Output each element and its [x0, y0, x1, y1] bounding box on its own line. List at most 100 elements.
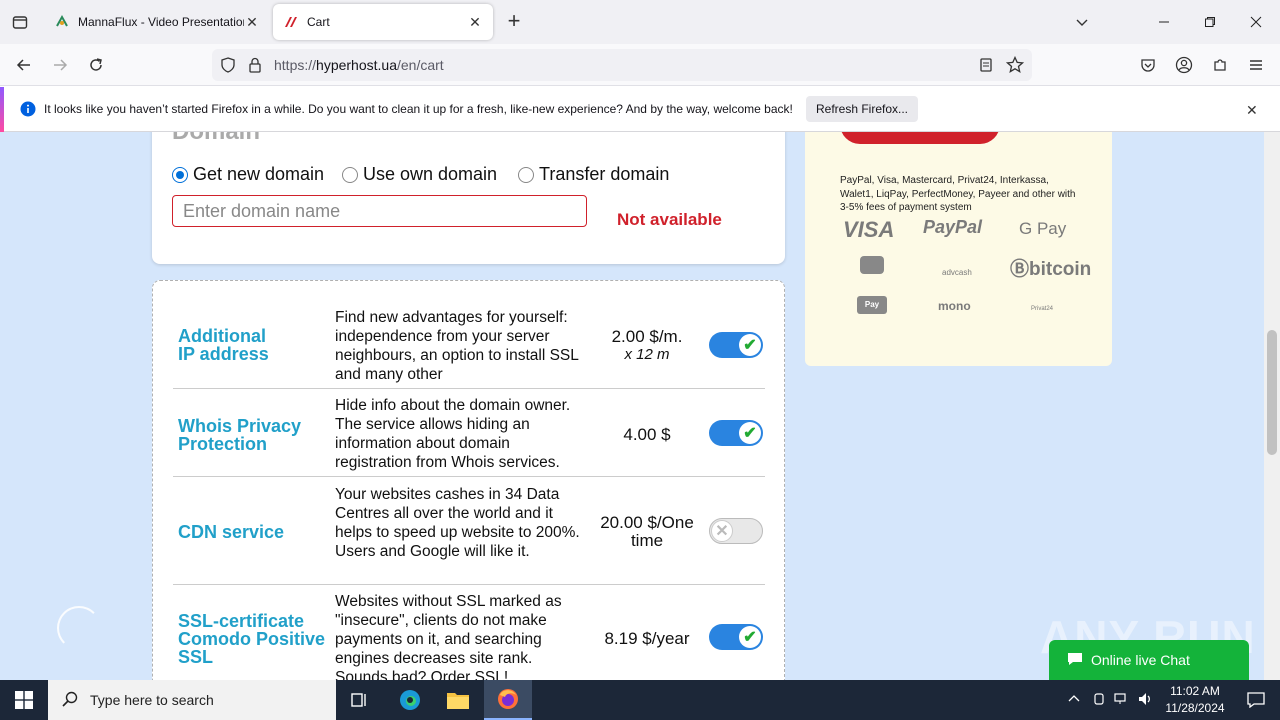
service-name: Additional IP address	[178, 326, 269, 364]
extensions-puzzle-icon[interactable]	[1207, 52, 1233, 78]
url-text[interactable]: https://hyperhost.ua/en/cart	[274, 57, 444, 73]
hamburger-menu-icon[interactable]	[1243, 52, 1269, 78]
taskbar-clock[interactable]: 11:02 AM 11/28/2024	[1160, 683, 1230, 717]
page-content: Domain Get new domain Use own domain Tra…	[0, 132, 1264, 680]
price-value: 8.19 $/year	[604, 629, 690, 648]
notification-center-icon[interactable]	[1232, 680, 1280, 720]
account-icon[interactable]	[1171, 52, 1197, 78]
service-row-whois-privacy: Whois Privacy Protection Hide info about…	[173, 389, 765, 477]
tab-overflow-chevron-icon[interactable]	[1068, 8, 1096, 36]
windows-taskbar: Type here to search 11:02 AM 11/28/2024	[0, 680, 1280, 720]
firefox-icon[interactable]	[484, 680, 532, 720]
radio-dot[interactable]	[518, 166, 534, 183]
restore-icon[interactable]	[1196, 8, 1224, 36]
close-notification-icon[interactable]: ✕	[1246, 102, 1258, 119]
gpay-logo: G Pay	[1019, 219, 1067, 238]
system-tray	[1068, 680, 1154, 720]
windows-start-icon[interactable]	[0, 680, 48, 720]
tab-bar: MannaFlux - Video Presentation ✕ Cart ✕ …	[0, 0, 1280, 44]
close-tab-icon[interactable]: ✕	[467, 14, 483, 30]
domain-name-input[interactable]	[172, 195, 587, 227]
url-scheme: https://	[274, 57, 317, 73]
notification-accent	[0, 87, 4, 132]
radio-get-new-domain[interactable]: Get new domain	[172, 164, 324, 185]
radio-label: Use own domain	[363, 164, 498, 184]
service-row-cdn: CDN service Your websites cashes in 34 D…	[173, 477, 765, 585]
online-chat-button[interactable]: Online live Chat	[1049, 640, 1249, 680]
edge-browser-icon[interactable]	[386, 680, 434, 720]
network-icon[interactable]	[1114, 692, 1130, 709]
service-description: Websites without SSL marked as "insecure…	[335, 593, 562, 680]
service-toggle[interactable]: ✔	[709, 332, 763, 358]
close-window-icon[interactable]	[1242, 8, 1270, 36]
minimize-icon[interactable]	[1150, 8, 1178, 36]
close-tab-icon[interactable]: ✕	[244, 14, 260, 30]
chat-bubble-icon	[1067, 652, 1083, 669]
advcash-logo: advcash	[942, 268, 972, 277]
service-toggle[interactable]: ✔	[709, 420, 763, 446]
tab-list-icon[interactable]	[8, 10, 32, 34]
clock-date: 11/28/2024	[1165, 701, 1225, 715]
pocket-icon[interactable]	[1135, 52, 1161, 78]
scrollbar-thumb[interactable]	[1267, 330, 1277, 455]
address-bar[interactable]: https://hyperhost.ua/en/cart	[212, 49, 1032, 81]
radio-label: Get new domain	[193, 164, 325, 184]
tab-cart[interactable]: Cart ✕	[273, 4, 493, 40]
pay-button[interactable]	[840, 132, 1000, 144]
bitcoin-logo: Ⓑbitcoin	[1010, 259, 1092, 280]
radio-dot[interactable]	[172, 166, 188, 183]
checkmark-icon: ✔	[739, 422, 761, 444]
services-card: Additional IP address Find new advantage…	[152, 280, 785, 680]
privat24-logo: Privat24	[1031, 306, 1054, 312]
bookmark-star-icon[interactable]	[1005, 55, 1025, 79]
back-arrow-icon[interactable]	[11, 52, 37, 78]
notification-message: It looks like you haven’t started Firefo…	[44, 102, 793, 116]
radio-use-own-domain[interactable]: Use own domain	[342, 164, 497, 185]
domain-card: Domain Get new domain Use own domain Tra…	[152, 132, 785, 264]
domain-heading: Domain	[172, 132, 260, 146]
service-description: Your websites cashes in 34 Data Centres …	[335, 486, 580, 560]
checkmark-icon: ✔	[739, 626, 761, 648]
notification-bar: It looks like you haven’t started Firefo…	[0, 87, 1280, 132]
service-price: 8.19 $/year	[587, 630, 707, 648]
url-path: /en/cart	[396, 57, 444, 73]
service-toggle[interactable]: ✔	[709, 624, 763, 650]
apple-pay-logo: Pay	[857, 296, 887, 314]
radio-transfer-domain[interactable]: Transfer domain	[518, 164, 669, 185]
checkmark-icon: ✔	[739, 334, 761, 356]
service-name: Whois Privacy Protection	[178, 416, 302, 454]
usb-device-icon[interactable]	[1092, 692, 1106, 709]
service-price: 2.00 $/m. x 12 m	[587, 328, 707, 364]
service-name: SSL-certificate Comodo Positive SSL	[178, 611, 326, 667]
service-row-additional-ip: Additional IP address Find new advantage…	[173, 299, 765, 389]
taskbar-search-box[interactable]: Type here to search	[48, 680, 336, 720]
lock-icon[interactable]	[248, 57, 262, 78]
info-icon	[20, 101, 36, 122]
clock-time: 11:02 AM	[1170, 684, 1220, 698]
task-view-icon[interactable]	[336, 680, 384, 720]
tab-mannaflux[interactable]: MannaFlux - Video Presentation ✕	[44, 4, 270, 40]
hyperhost-favicon-icon	[283, 14, 299, 30]
reload-icon[interactable]	[83, 52, 109, 78]
service-description: Hide info about the domain owner. The se…	[335, 397, 571, 471]
file-explorer-icon[interactable]	[434, 680, 482, 720]
refresh-firefox-button[interactable]: Refresh Firefox...	[806, 96, 918, 122]
visa-logo: VISA	[843, 217, 895, 242]
apple-pay-label: Pay	[864, 300, 880, 309]
volume-icon[interactable]	[1138, 692, 1154, 709]
tab-title: Cart	[307, 15, 330, 29]
tray-chevron-up-icon[interactable]	[1068, 693, 1080, 708]
service-toggle[interactable]: ✕	[709, 518, 763, 544]
new-tab-button[interactable]: +	[502, 10, 526, 34]
reader-view-icon[interactable]	[978, 57, 994, 78]
payment-methods-note: PayPal, Visa, Mastercard, Privat24, Inte…	[840, 175, 1076, 213]
mannaflux-favicon-icon	[54, 14, 70, 30]
search-placeholder: Type here to search	[90, 692, 214, 708]
service-name: CDN service	[178, 522, 285, 542]
page-scrollbar[interactable]	[1264, 132, 1280, 680]
forward-arrow-icon[interactable]	[47, 52, 73, 78]
tracking-shield-icon[interactable]	[220, 57, 236, 78]
service-row-ssl: SSL-certificate Comodo Positive SSL Webs…	[173, 585, 765, 680]
radio-dot[interactable]	[342, 166, 358, 183]
service-description: Find new advantages for yourself: indepe…	[335, 309, 579, 383]
